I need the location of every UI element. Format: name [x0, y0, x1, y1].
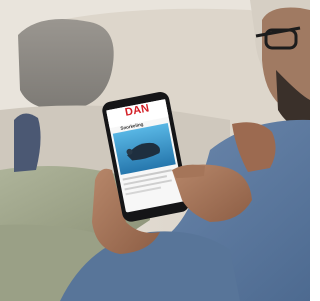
photo-scene: DAN Snorkeling — [0, 0, 310, 301]
scene-illustration — [0, 0, 310, 301]
